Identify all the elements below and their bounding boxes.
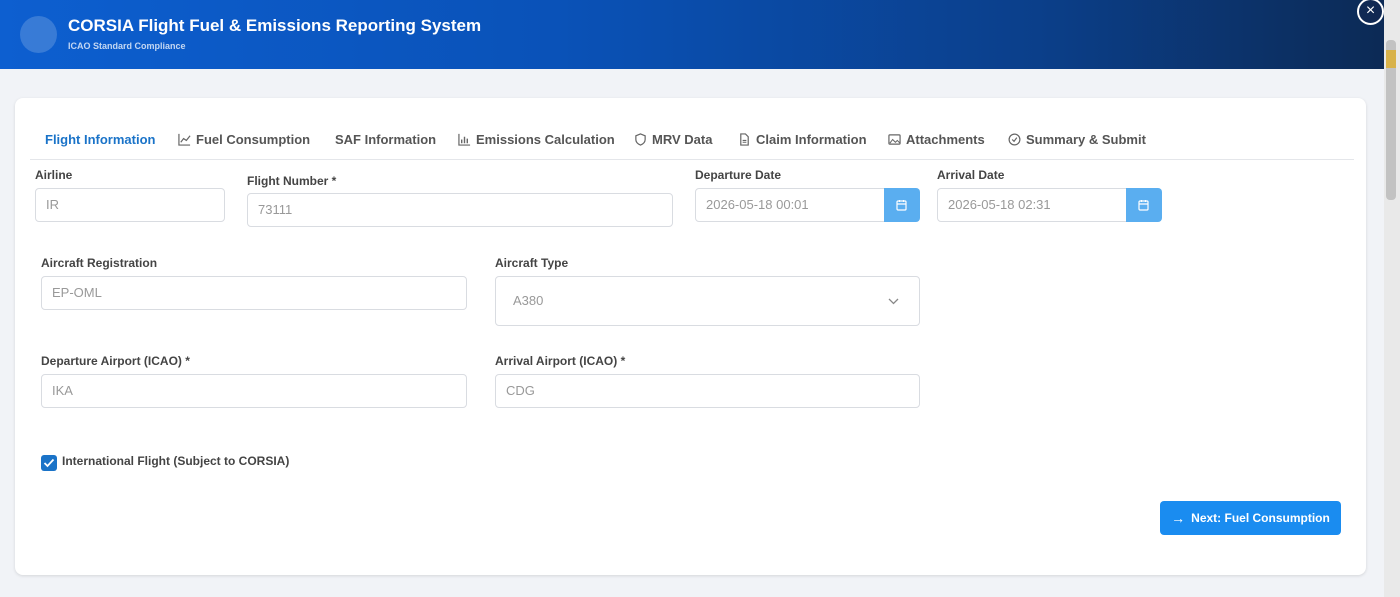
arrival-airport-input[interactable]: CDG — [495, 374, 920, 408]
bar-chart-icon — [458, 133, 471, 146]
app-subtitle: ICAO Standard Compliance — [68, 41, 186, 51]
airline-label: Airline — [35, 168, 73, 182]
arrival-airport-label: Arrival Airport (ICAO) * — [495, 354, 626, 368]
shield-icon — [635, 133, 646, 146]
tab-label: Summary & Submit — [1026, 132, 1146, 147]
tab-summary-submit[interactable]: Summary & Submit — [1008, 132, 1146, 147]
aircraft-type-label: Aircraft Type — [495, 256, 569, 270]
tab-label: SAF Information — [335, 132, 437, 147]
tab-label: Flight Information — [45, 132, 156, 147]
next-button-label: Next: Fuel Consumption — [1191, 511, 1330, 525]
next-fuel-consumption-button[interactable]: → Next: Fuel Consumption — [1160, 501, 1341, 535]
flight-number-input[interactable]: 73111 — [247, 193, 673, 227]
checkmark-icon — [43, 458, 55, 468]
calendar-icon — [1138, 200, 1149, 211]
international-flight-checkbox[interactable] — [41, 455, 57, 471]
aircraft-type-value: A380 — [513, 293, 544, 308]
tab-claim-information[interactable]: Claim Information — [738, 132, 867, 147]
departure-date-label: Departure Date — [695, 168, 782, 182]
tab-mrv-data[interactable]: MRV Data — [634, 132, 712, 147]
tab-label: Attachments — [906, 132, 985, 147]
tab-label: MRV Data — [652, 132, 713, 147]
chevron-down-icon — [888, 298, 899, 305]
flight-number-label: Flight Number * — [247, 174, 337, 188]
calendar-icon — [896, 200, 907, 211]
scrollbar-marker — [1386, 50, 1396, 68]
arrival-date-input[interactable]: 2026-05-18 02:31 — [937, 188, 1127, 222]
airline-input[interactable]: IR — [35, 188, 225, 222]
image-icon — [888, 134, 901, 145]
aircraft-type-select[interactable]: A380 — [495, 276, 920, 326]
tab-label: Fuel Consumption — [196, 132, 311, 147]
tab-label: Emissions Calculation — [476, 132, 615, 147]
aircraft-registration-label: Aircraft Registration — [41, 256, 158, 270]
tab-label: Claim Information — [756, 132, 867, 147]
international-flight-label: International Flight (Subject to CORSIA) — [62, 454, 290, 468]
app-title: CORSIA Flight Fuel & Emissions Reporting… — [68, 16, 482, 35]
tab-flight-information[interactable]: Flight Information — [45, 132, 155, 147]
tab-attachments[interactable]: Attachments — [888, 132, 985, 147]
document-icon — [740, 133, 749, 146]
aircraft-registration-input[interactable]: EP-OML — [41, 276, 467, 310]
tab-emissions-calculation[interactable]: Emissions Calculation — [458, 132, 615, 147]
tab-bar: Flight Information Fuel Consumption SAF … — [30, 120, 1354, 160]
line-chart-icon — [178, 133, 191, 146]
departure-airport-input[interactable]: IKA — [41, 374, 467, 408]
app-header: CORSIA Flight Fuel & Emissions Reporting… — [0, 0, 1384, 69]
departure-date-input[interactable]: 2026-05-18 00:01 — [695, 188, 885, 222]
tab-saf-information[interactable]: SAF Information — [335, 132, 436, 147]
departure-airport-label: Departure Airport (ICAO) * — [41, 354, 190, 368]
arrow-right-icon: → — [1171, 510, 1186, 526]
tab-fuel-consumption[interactable]: Fuel Consumption — [178, 132, 310, 147]
arrival-date-label: Arrival Date — [937, 168, 1005, 182]
arrival-date-picker-button[interactable] — [1126, 188, 1162, 222]
departure-date-picker-button[interactable] — [884, 188, 920, 222]
check-circle-icon — [1008, 133, 1021, 146]
logo — [20, 16, 57, 53]
